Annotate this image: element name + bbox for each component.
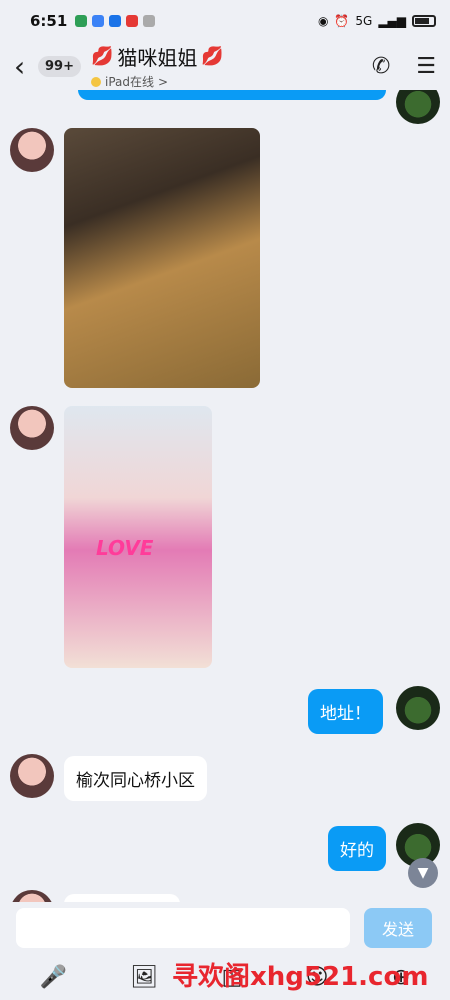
contact-avatar[interactable] — [10, 890, 54, 902]
image-overlay-text: LOVE — [96, 536, 154, 560]
contact-avatar[interactable] — [10, 128, 54, 172]
input-bar: 发送 — [0, 902, 450, 954]
message-input[interactable] — [16, 908, 350, 948]
status-time: 6:51 — [30, 12, 68, 30]
battery-icon — [412, 15, 436, 27]
presence-status: iPad在线 — [104, 75, 154, 89]
status-bar: 6:51 ◉ ⏰ 5G ▂▄▆ — [0, 0, 450, 42]
partial-message-bubble — [78, 90, 386, 100]
contact-avatar[interactable] — [10, 406, 54, 450]
image-message[interactable]: LOVE — [64, 406, 212, 668]
contact-info[interactable]: 💋 猫咪姐姐 💋 iPad在线 > — [90, 42, 224, 90]
phone-icon[interactable]: ✆ — [372, 54, 390, 79]
lips-icon: 💋 — [201, 46, 224, 67]
lips-icon: 💋 — [90, 46, 114, 67]
signal-icon: ▂▄▆ — [378, 14, 406, 28]
unread-badge[interactable]: 99+ — [38, 55, 81, 77]
chat-area[interactable]: LOVE 地址！ 榆次同心桥小区 好的 ▼ — [0, 90, 450, 902]
scroll-down-icon[interactable]: ▼ — [408, 858, 438, 888]
partial-message-bubble — [64, 894, 180, 902]
notification-icons — [75, 15, 156, 27]
message-bubble[interactable]: 好的 — [328, 826, 386, 871]
contact-name: 猫咪姐姐 — [117, 46, 198, 70]
image-icon[interactable]: 🖼 — [130, 965, 158, 990]
my-avatar[interactable] — [396, 90, 440, 124]
network-label: 5G — [355, 14, 373, 28]
watermark: 寻欢阁xhg521.com — [172, 962, 429, 992]
send-button[interactable]: 发送 — [364, 908, 432, 948]
eye-icon: ◉ — [317, 14, 329, 28]
contact-avatar[interactable] — [10, 754, 54, 798]
system-icons: ◉ ⏰ 5G ▂▄▆ — [318, 14, 436, 28]
back-icon[interactable]: ‹ — [14, 50, 34, 83]
alarm-icon: ⏰ — [334, 14, 350, 28]
message-bubble[interactable]: 榆次同心桥小区 — [64, 756, 207, 801]
message-bubble[interactable]: 地址！ — [308, 689, 383, 734]
my-avatar[interactable] — [396, 686, 440, 730]
image-message[interactable] — [64, 128, 260, 388]
menu-icon[interactable]: ☰ — [416, 54, 436, 79]
presence-dot-icon — [90, 76, 101, 87]
presence-chevron-icon: > — [158, 74, 169, 89]
mic-icon[interactable]: 🎤 — [40, 965, 67, 990]
chat-header: ‹ 99+ 💋 猫咪姐姐 💋 iPad在线 > ✆ ☰ — [0, 42, 450, 90]
